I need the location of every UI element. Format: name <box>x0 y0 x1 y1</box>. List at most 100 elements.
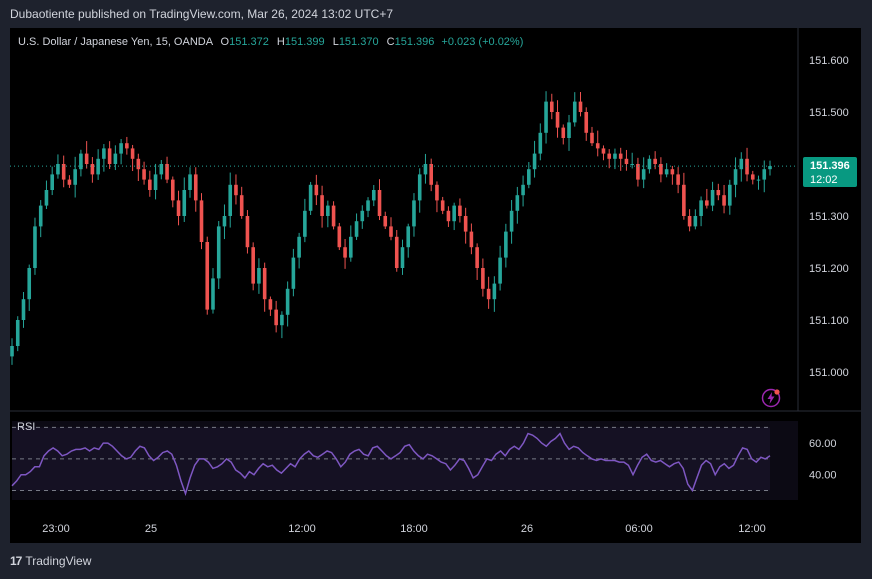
candle-body <box>268 299 273 310</box>
candle-body <box>285 288 290 315</box>
candle-body <box>400 247 405 268</box>
candle-body <box>394 236 399 268</box>
candle-body <box>641 169 646 180</box>
candle-body <box>27 268 32 300</box>
time-tick-label: 18:00 <box>400 523 428 535</box>
candle-body <box>716 190 721 196</box>
candle-body <box>33 226 37 268</box>
high-value: 151.399 <box>284 36 325 48</box>
candle-body <box>463 216 468 232</box>
time-tick-label: 23:00 <box>42 523 70 535</box>
candle-body <box>693 216 698 227</box>
candle-body <box>291 257 296 289</box>
price-tick-label: 151.100 <box>809 315 849 327</box>
candle-body <box>119 143 123 154</box>
candle-body <box>515 195 520 211</box>
candle-body <box>572 101 577 123</box>
price-chart[interactable]: 151.600 151.500 151.300 151.200 151.100 151.0… <box>0 0 872 579</box>
candle-body <box>274 309 278 326</box>
candle-body <box>389 226 393 237</box>
candle-body <box>452 205 456 222</box>
candle-body <box>153 174 158 190</box>
candle-body <box>234 184 238 196</box>
price-tick-label: 151.600 <box>809 55 849 67</box>
candle-body <box>360 210 365 222</box>
candle-body <box>659 164 663 175</box>
candle-body <box>705 200 709 206</box>
candle-body <box>377 190 382 216</box>
candle-body <box>308 184 313 211</box>
bar-countdown: 12:02 <box>810 174 838 186</box>
candle-body <box>595 143 600 149</box>
candle-body <box>624 158 629 164</box>
price-tick-label: 151.000 <box>809 367 849 379</box>
candle-body <box>613 153 617 159</box>
candle-body <box>601 148 606 154</box>
candle-body <box>647 158 652 170</box>
candle-body <box>96 158 100 175</box>
candle-body <box>251 247 255 284</box>
candle-body <box>148 179 152 190</box>
candle-body <box>113 153 118 164</box>
candle-body <box>239 195 244 216</box>
candle-body <box>590 132 594 144</box>
candle-body <box>699 200 703 216</box>
candle-body <box>440 200 445 211</box>
candle-body <box>544 101 548 133</box>
candle-body <box>125 143 129 149</box>
candle-body <box>193 174 198 201</box>
candle-body <box>10 346 14 357</box>
candle-body <box>498 257 502 284</box>
candle-body <box>50 174 54 190</box>
candle-body <box>142 169 146 180</box>
candle-body <box>555 112 560 128</box>
candle-body <box>733 169 738 185</box>
candle-body <box>245 216 250 248</box>
candle-body <box>664 169 669 175</box>
lightning-icon[interactable] <box>761 388 781 408</box>
candle-body <box>38 205 43 227</box>
time-tick-label: 06:00 <box>625 523 653 535</box>
close-value: 151.396 <box>394 36 435 48</box>
last-price-tag: 151.396 12:02 <box>803 157 857 187</box>
last-price-value: 151.396 <box>810 160 850 172</box>
footer-brand[interactable]: TradingView <box>25 554 91 568</box>
candle-body <box>159 164 164 175</box>
candle-body <box>107 148 112 164</box>
candle-body <box>199 200 204 242</box>
candle-body <box>84 153 89 164</box>
candle-body <box>176 200 181 216</box>
candle-body <box>682 184 686 216</box>
candle-body <box>446 210 451 222</box>
candle-body <box>67 179 72 185</box>
candle-body <box>532 153 537 170</box>
candle-body <box>280 314 284 326</box>
symbol-title[interactable]: U.S. Dollar / Japanese Yen, 15, OANDA <box>18 36 212 48</box>
time-tick-label: 25 <box>145 523 157 535</box>
candle-body <box>44 190 49 206</box>
candle-body <box>182 190 187 216</box>
candle-body <box>349 236 353 258</box>
time-tick-label: 12:00 <box>288 523 316 535</box>
tradingview-logo-icon: 17 <box>10 554 22 568</box>
candle-body <box>297 236 301 258</box>
candle-body <box>417 174 422 201</box>
candle-body <box>354 221 359 237</box>
candle-body <box>90 164 95 175</box>
candle-body <box>636 164 640 180</box>
candle-body <box>130 148 135 159</box>
candle-body <box>549 101 554 112</box>
candle-body <box>469 231 474 248</box>
candle-body <box>216 226 221 279</box>
candle-body <box>584 112 589 133</box>
candle-body <box>607 153 612 159</box>
candle-body <box>481 268 485 289</box>
candle-body <box>331 205 336 227</box>
close-label: C <box>386 36 395 48</box>
candle-body <box>165 164 169 180</box>
candle-body <box>303 210 307 237</box>
candle-body <box>486 288 491 300</box>
candle-body <box>262 268 267 300</box>
high-label: H <box>276 36 285 48</box>
candle-body <box>475 247 479 268</box>
